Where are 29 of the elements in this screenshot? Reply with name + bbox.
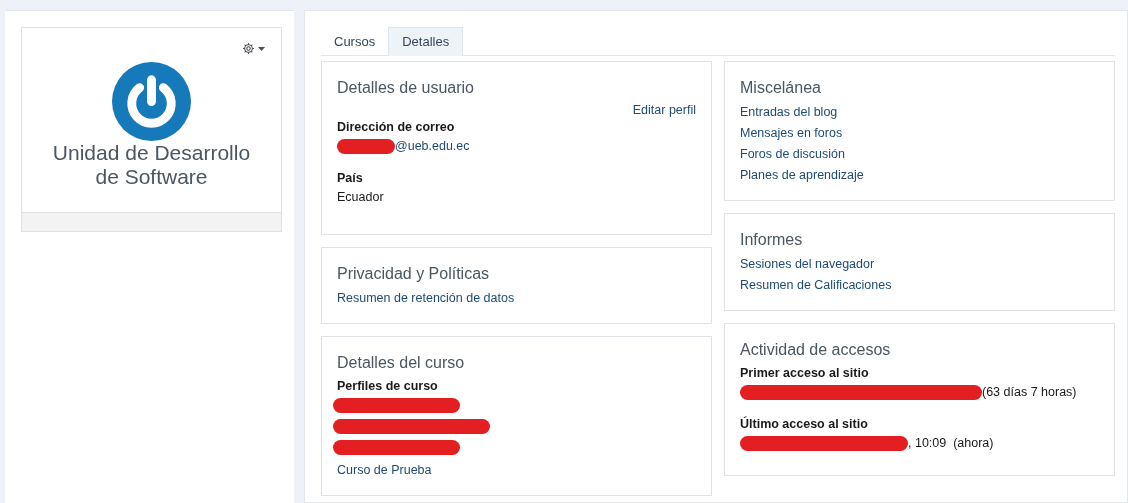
field-value: , 10:09 (ahora) xyxy=(908,435,994,452)
link[interactable]: Foros de discusión xyxy=(740,144,845,165)
caret-icon[interactable] xyxy=(258,46,265,51)
card-title: Informes xyxy=(740,230,804,250)
link[interactable]: Sesiones del navegador xyxy=(740,254,875,275)
field-label: País xyxy=(337,170,364,187)
email-link[interactable]: @ueb.edu.ec xyxy=(395,136,470,156)
field-value: Ecuador xyxy=(337,189,384,206)
link[interactable]: Planes de aprendizaje xyxy=(740,165,864,186)
field-label: Primer acceso al sitio xyxy=(740,365,870,382)
site-title: Unidad de Desarrollo de Software xyxy=(51,141,252,189)
tab[interactable]: Cursos xyxy=(321,27,389,56)
tab[interactable]: Detalles xyxy=(388,27,464,56)
field-value: (63 días 7 horas) xyxy=(982,384,1077,401)
edit-profile-link[interactable]: Editar perfil xyxy=(632,102,696,118)
field-label: Último acceso al sitio xyxy=(740,415,869,433)
field-label: Perfiles de curso xyxy=(337,378,439,395)
card-title: Detalles del curso xyxy=(337,353,466,373)
card-title: Miscelánea xyxy=(740,78,822,98)
link[interactable]: Entradas del blog xyxy=(740,102,838,123)
card-title: Privacidad y Políticas xyxy=(337,264,491,284)
link[interactable]: Resumen de retención de datos xyxy=(337,288,515,309)
field-label: Dirección de correo xyxy=(337,119,456,136)
link[interactable]: Mensajes en foros xyxy=(740,123,843,144)
card-title: Detalles de usuario xyxy=(337,78,475,98)
link[interactable]: Resumen de Calificaciones xyxy=(740,275,892,296)
course-link[interactable]: Curso de Prueba xyxy=(337,460,432,481)
settings-icon[interactable] xyxy=(242,42,255,55)
card-title: Actividad de accesos xyxy=(740,340,892,360)
